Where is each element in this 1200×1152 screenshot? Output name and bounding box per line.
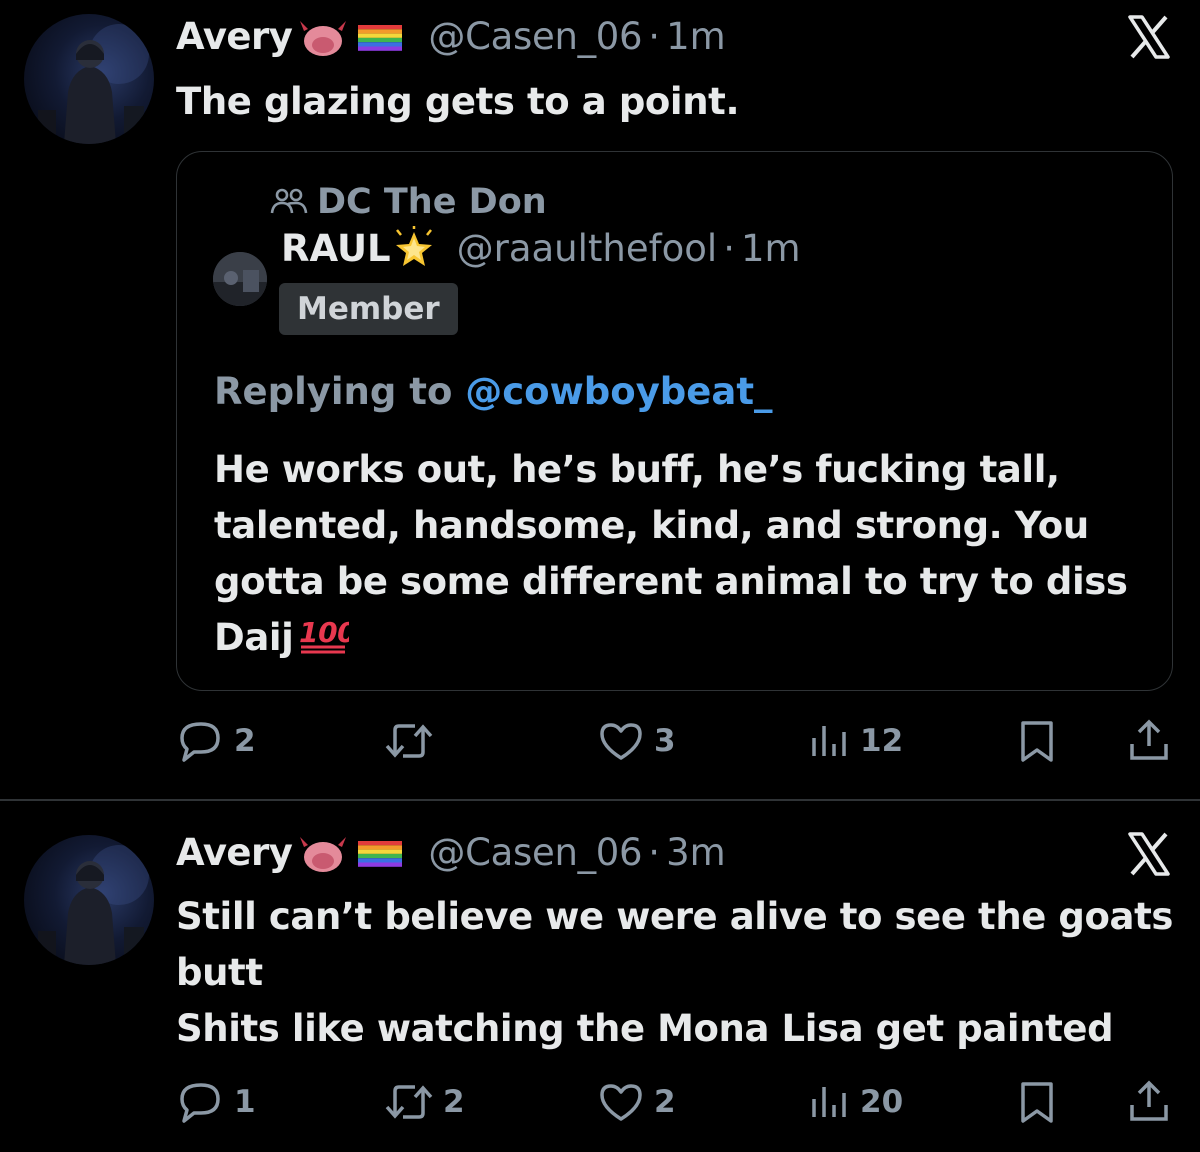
retweet-button[interactable]: 2 [383, 1072, 465, 1132]
separator-dot: · [648, 15, 661, 58]
like-button[interactable]: 2 [596, 1072, 676, 1132]
share-icon [1130, 719, 1168, 760]
reply-button[interactable]: 1 [176, 1072, 256, 1132]
action-bar: 1 2 2 20 [0, 1072, 1200, 1132]
svg-text:100: 100 [299, 616, 349, 649]
like-button[interactable]: 3 [596, 711, 676, 771]
bookmark-icon [1021, 1082, 1053, 1123]
tweet-text: The glazing gets to a point. [176, 74, 1180, 130]
like-count: 3 [654, 723, 676, 759]
tweet-text-line: Still can’t believe we were alive to see… [176, 895, 1174, 938]
views-icon [812, 1087, 846, 1117]
tweet[interactable]: Avery @Casen_06 · 1m The glazing gets to… [0, 0, 1200, 800]
reply-icon [180, 1083, 220, 1123]
devil-emoji [300, 837, 347, 872]
share-icon [1130, 1080, 1168, 1121]
tweet-header: Avery @Casen_06 · 1m [176, 12, 726, 62]
community-name: DC The Don [317, 182, 547, 222]
bookmark-button[interactable] [1014, 711, 1060, 771]
tweet-text-line: Shits like watching the Mona Lisa get pa… [176, 1007, 1114, 1050]
rainbow-flag-emoji [358, 841, 403, 867]
quoted-author-handle[interactable]: @raaulthefool [457, 227, 718, 270]
quoted-text-last-line: Daij 100 [214, 610, 1127, 666]
bookmark-button[interactable] [1014, 1072, 1060, 1132]
heart-icon [600, 1084, 642, 1121]
share-button[interactable] [1126, 711, 1172, 771]
timestamp[interactable]: 1m [666, 12, 726, 62]
devil-emoji [300, 21, 347, 56]
quoted-header: RAUL @raaulthefool · 1m [281, 226, 801, 270]
separator-dot: · [648, 831, 661, 874]
like-count: 2 [654, 1084, 676, 1120]
avatar[interactable] [24, 14, 154, 144]
action-bar: 2 3 12 [0, 711, 1200, 771]
quoted-timestamp[interactable]: 1m [741, 227, 801, 270]
rainbow-flag-emoji [358, 25, 403, 51]
hundred-points-emoji: 100 [299, 616, 357, 654]
x-logo-icon [1128, 832, 1170, 876]
quoted-text-line: talented, handsome, kind, and strong. Yo… [214, 504, 1089, 547]
community-icon [270, 188, 308, 214]
member-badge: Member [279, 283, 458, 335]
reply-icon [180, 722, 220, 762]
views-icon [812, 726, 846, 756]
avatar[interactable] [24, 835, 154, 965]
author-name[interactable]: Avery [176, 12, 293, 62]
tweet[interactable]: Avery @Casen_06 · 3m Still can’t believe… [0, 801, 1200, 1152]
timestamp[interactable]: 3m [666, 828, 726, 878]
retweet-icon [385, 1085, 433, 1119]
views-button[interactable]: 12 [806, 711, 903, 771]
name-emojis [294, 833, 406, 873]
author-handle[interactable]: @Casen_06 [428, 828, 642, 878]
retweet-count: 2 [443, 1084, 465, 1120]
quoted-avatar[interactable] [213, 252, 267, 306]
author-name[interactable]: Avery [176, 828, 293, 878]
quoted-text-line: gotta be some different animal to try to… [214, 560, 1128, 603]
views-button[interactable]: 20 [806, 1072, 903, 1132]
x-logo-icon [1128, 15, 1170, 59]
author-handle[interactable]: @Casen_06 [428, 12, 642, 62]
reply-count: 1 [234, 1084, 256, 1120]
views-count: 12 [860, 723, 904, 759]
heart-icon [600, 723, 642, 760]
reply-count: 2 [234, 723, 256, 759]
tweet-text: Still can’t believe we were alive to see… [176, 889, 1180, 1057]
tweet-text-line: butt [176, 951, 263, 994]
reply-button[interactable]: 2 [176, 711, 256, 771]
bookmark-icon [1021, 721, 1053, 762]
quoted-author-name[interactable]: RAUL [281, 227, 391, 270]
quoted-tweet[interactable]: DC The Don RAUL @raaulthefool · 1m Membe… [176, 151, 1173, 691]
tweet-header: Avery @Casen_06 · 3m [176, 828, 726, 878]
quoted-text-line: He works out, he’s buff, he’s fucking ta… [214, 448, 1060, 491]
quoted-text: He works out, he’s buff, he’s fucking ta… [214, 442, 1128, 666]
views-count: 20 [860, 1084, 904, 1120]
community-label[interactable]: DC The Don [269, 182, 547, 222]
retweet-icon [385, 724, 433, 758]
glowing-star-emoji [395, 226, 432, 266]
separator-dot: · [723, 226, 735, 270]
retweet-button[interactable] [383, 711, 443, 771]
tweet-text-line: The glazing gets to a point. [176, 80, 740, 123]
name-emojis [294, 17, 406, 57]
share-button[interactable] [1126, 1072, 1172, 1132]
replying-prefix: Replying to [214, 370, 466, 413]
mention-link[interactable]: @cowboybeat_ [465, 370, 772, 413]
quoted-text-line: Daij [214, 616, 294, 659]
replying-to: Replying to @cowboybeat_ [214, 370, 773, 413]
